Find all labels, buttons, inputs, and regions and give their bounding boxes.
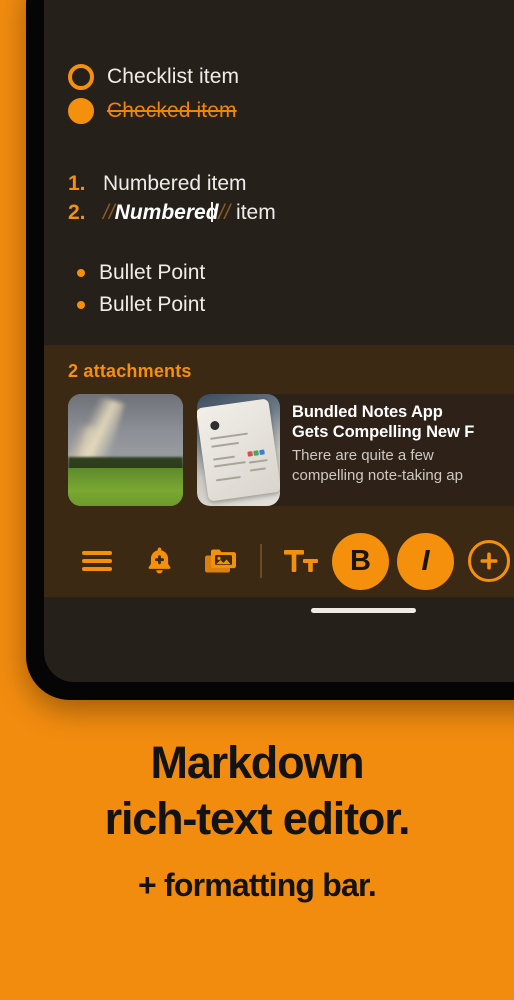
checkbox-checked-icon[interactable] bbox=[68, 98, 94, 124]
reminder-bell-icon[interactable] bbox=[128, 538, 190, 584]
attachments-panel: 2 attachments Bundled Notes App Gets Com… bbox=[44, 345, 514, 525]
promo-headline: Markdown rich-text editor. bbox=[0, 735, 514, 847]
home-indicator bbox=[311, 608, 416, 613]
link-card-text: Bundled Notes App Gets Compelling New F … bbox=[292, 394, 514, 486]
numbered-list-group: 1. Numbered item 2. //Numbered// item bbox=[68, 172, 514, 230]
promo-headline-line2: rich-text editor. bbox=[104, 793, 411, 844]
note-editor[interactable]: Checklist item Checked item 1. Numbered … bbox=[44, 0, 514, 385]
bullet-row[interactable]: Bullet Point bbox=[68, 289, 514, 321]
phone-device-frame: Checklist item Checked item 1. Numbered … bbox=[26, 0, 514, 700]
bullet-list-group: Bullet Point Bullet Point bbox=[68, 257, 514, 321]
note-line bbox=[216, 476, 241, 482]
note-line bbox=[213, 455, 236, 461]
color-swatch bbox=[253, 450, 259, 456]
toolbar-divider bbox=[260, 544, 262, 578]
attachment-link-card[interactable]: Bundled Notes App Gets Compelling New F … bbox=[197, 394, 514, 506]
photo-field bbox=[68, 467, 183, 506]
attachments-count-label: 2 attachments bbox=[68, 361, 192, 381]
bullet-row[interactable]: Bullet Point bbox=[68, 257, 514, 289]
bold-button[interactable]: B bbox=[332, 532, 389, 590]
screenshot-root: Checklist item Checked item 1. Numbered … bbox=[0, 0, 514, 1000]
bullet-item-label: Bullet Point bbox=[99, 293, 206, 316]
checklist-item-label: Checklist item bbox=[107, 65, 240, 88]
link-card-headline-line1: Bundled Notes App bbox=[292, 403, 443, 421]
link-card-description-line2: compelling note-taking ap bbox=[292, 467, 463, 484]
checklist-row-checked[interactable]: Checked item bbox=[68, 94, 514, 128]
note-line bbox=[250, 467, 267, 472]
link-card-phone-image bbox=[197, 398, 280, 502]
link-card-thumbnail bbox=[197, 394, 280, 506]
color-swatch bbox=[247, 450, 254, 457]
attachments-list: Bundled Notes App Gets Compelling New F … bbox=[68, 394, 514, 506]
list-number: 2. bbox=[68, 201, 86, 224]
phone-camera-dot bbox=[209, 420, 220, 431]
phone-screen: Checklist item Checked item 1. Numbered … bbox=[44, 0, 514, 682]
text-cursor bbox=[211, 202, 213, 222]
note-line bbox=[214, 461, 247, 468]
numbered-row-2[interactable]: 2. //Numbered// item bbox=[68, 201, 514, 230]
numbered-item-label: Numbered item bbox=[103, 172, 247, 195]
numbered-item-trailing-word: item bbox=[236, 201, 276, 224]
markdown-open-marker: // bbox=[103, 201, 115, 224]
bullet-dot-icon bbox=[77, 269, 85, 277]
note-line bbox=[211, 441, 240, 448]
markdown-close-marker: // bbox=[218, 201, 231, 224]
checklist-row-unchecked[interactable]: Checklist item bbox=[68, 60, 514, 94]
promo-copy: Markdown rich-text editor. + formatting … bbox=[0, 735, 514, 904]
menu-icon[interactable] bbox=[66, 538, 128, 584]
checklist-item-label-checked: Checked item bbox=[107, 99, 237, 122]
numbered-row-1[interactable]: 1. Numbered item bbox=[68, 172, 514, 201]
color-swatch bbox=[259, 449, 265, 455]
link-card-headline-line2: Gets Compelling New F bbox=[292, 423, 475, 441]
link-card-description-line1: There are quite a few bbox=[292, 447, 434, 464]
italic-button[interactable]: I bbox=[397, 532, 454, 590]
promo-headline-line1: Markdown bbox=[150, 737, 365, 788]
list-number: 1. bbox=[68, 172, 86, 195]
bold-italic-text: Numbered bbox=[114, 201, 219, 224]
image-folder-icon[interactable] bbox=[190, 538, 252, 584]
text-size-icon[interactable] bbox=[270, 538, 332, 584]
formatting-toolbar: B I bbox=[44, 525, 514, 597]
promo-subheadline: + formatting bar. bbox=[138, 867, 377, 903]
note-line bbox=[210, 432, 249, 440]
bullet-item-label: Bullet Point bbox=[99, 261, 206, 284]
attachment-photo-thumbnail[interactable] bbox=[68, 394, 183, 506]
bullet-dot-icon bbox=[77, 301, 85, 309]
checkbox-unchecked-icon[interactable] bbox=[68, 64, 94, 90]
numbered-item-rich-label: //Numbered// item bbox=[103, 201, 276, 225]
add-button[interactable] bbox=[468, 540, 510, 582]
checklist-group: Checklist item Checked item bbox=[68, 60, 514, 128]
note-line bbox=[248, 459, 269, 464]
